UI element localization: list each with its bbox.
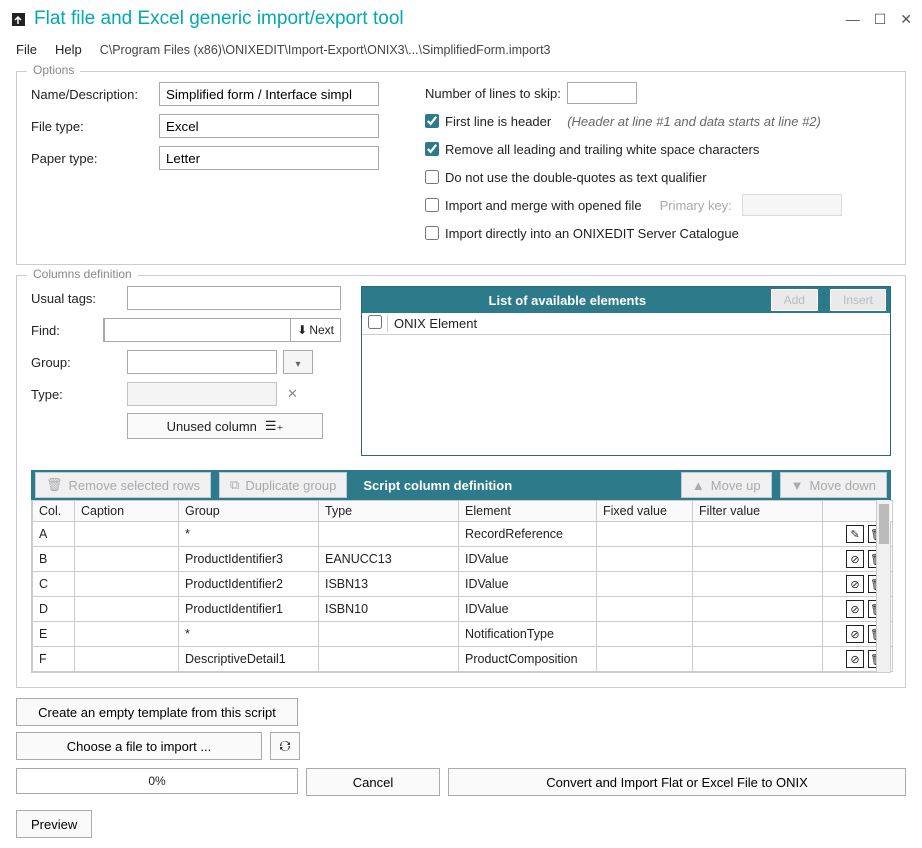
add-button: Add xyxy=(771,289,818,311)
validate-icon[interactable]: ⊘ xyxy=(846,625,864,643)
importmerge-checkbox[interactable] xyxy=(425,198,439,212)
chevron-up-icon: ▲ xyxy=(692,478,705,493)
trim-label: Remove all leading and trailing white sp… xyxy=(445,142,759,157)
col-fixed[interactable]: Fixed value xyxy=(597,501,693,522)
avail-body xyxy=(362,335,890,455)
convert-button[interactable]: Convert and Import Flat or Excel File to… xyxy=(448,768,906,796)
firstline-hint: (Header at line #1 and data starts at li… xyxy=(567,114,821,129)
arrow-down-icon: ⬇ xyxy=(297,323,307,337)
minimize-button[interactable]: — xyxy=(846,11,860,28)
importmerge-label: Import and merge with opened file xyxy=(445,198,642,213)
validate-icon[interactable]: ⊘ xyxy=(846,650,864,668)
paper-select[interactable]: Letter xyxy=(159,146,379,170)
type-label: Type: xyxy=(31,387,121,402)
move-down-button: ▼ Move down xyxy=(780,472,887,498)
primary-key-label: Primary key: xyxy=(660,198,732,213)
preview-button[interactable]: Preview xyxy=(16,810,92,838)
col-type[interactable]: Type xyxy=(319,501,459,522)
maximize-button[interactable]: ☐ xyxy=(874,11,887,28)
importsrv-checkbox[interactable] xyxy=(425,226,439,240)
validate-icon[interactable]: ⊘ xyxy=(846,600,864,618)
clear-icon[interactable]: ✕ xyxy=(287,386,298,402)
choose-file-button[interactable]: Choose a file to import ... xyxy=(16,732,262,760)
usual-select[interactable] xyxy=(127,286,341,310)
coldef-legend: Columns definition xyxy=(27,267,138,281)
filetype-select[interactable]: Excel xyxy=(159,114,379,138)
validate-icon[interactable]: ⊘ xyxy=(846,575,864,593)
progress-bar: 0% xyxy=(16,768,298,794)
importsrv-label: Import directly into an ONIXEDIT Server … xyxy=(445,226,739,241)
paper-label: Paper type: xyxy=(31,151,159,166)
nodquote-checkbox[interactable] xyxy=(425,170,439,184)
col-element[interactable]: Element xyxy=(459,501,597,522)
table-row[interactable]: E*NotificationType⊘🗑 xyxy=(33,622,893,647)
col-filter[interactable]: Filter value xyxy=(693,501,823,522)
titlebar: Flat file and Excel generic import/expor… xyxy=(0,0,922,38)
table-row[interactable]: DProductIdentifier1ISBN10IDValue⊘🗑 xyxy=(33,597,893,622)
menu-help[interactable]: Help xyxy=(55,42,82,57)
add-list-icon: ☰₊ xyxy=(265,418,284,434)
col-col[interactable]: Col. xyxy=(33,501,75,522)
duplicate-group-button: ⧉ Duplicate group xyxy=(219,472,347,498)
insert-button: Insert xyxy=(830,289,886,311)
copy-icon: ⧉ xyxy=(230,477,239,493)
trim-checkbox[interactable] xyxy=(425,142,439,156)
remove-rows-button: 🗑 Remove selected rows xyxy=(35,472,211,498)
unused-column-button[interactable]: Unused column ☰₊ xyxy=(127,413,323,439)
find-next-button[interactable]: ⬇ Next xyxy=(291,323,340,337)
group-extra-button[interactable] xyxy=(283,350,313,374)
col-caption[interactable]: Caption xyxy=(75,501,179,522)
group-label: Group: xyxy=(31,355,121,370)
columns-grid[interactable]: Col. Caption Group Type Element Fixed va… xyxy=(31,500,891,673)
refresh-button[interactable] xyxy=(270,732,300,760)
table-row[interactable]: CProductIdentifier2ISBN13IDValue⊘🗑 xyxy=(33,572,893,597)
avail-title: List of available elements xyxy=(372,293,763,308)
find-label: Find: xyxy=(31,323,97,338)
close-button[interactable]: ✕ xyxy=(900,11,912,28)
options-fieldset: Options Name/Description: File type: Exc… xyxy=(16,71,906,265)
usual-label: Usual tags: xyxy=(31,291,121,306)
nodquote-label: Do not use the double-quotes as text qua… xyxy=(445,170,707,185)
table-row[interactable]: FDescriptiveDetail1ProductComposition⊘🗑 xyxy=(33,647,893,672)
validate-icon[interactable]: ⊘ xyxy=(846,550,864,568)
window-title: Flat file and Excel generic import/expor… xyxy=(34,8,846,30)
available-elements-panel: List of available elements Add Insert ON… xyxy=(361,286,891,456)
group-select[interactable] xyxy=(127,350,277,374)
grid-toolbar: 🗑 Remove selected rows ⧉ Duplicate group… xyxy=(31,470,891,500)
coldef-fieldset: Columns definition Usual tags: Find: ⬇ xyxy=(16,275,906,688)
avail-select-all-checkbox[interactable] xyxy=(368,315,382,329)
table-row[interactable]: A*RecordReference✎🗑 xyxy=(33,522,893,547)
skip-input[interactable] xyxy=(567,82,637,104)
firstline-checkbox[interactable] xyxy=(425,114,439,128)
menu-file[interactable]: File xyxy=(16,42,37,57)
table-row[interactable]: BProductIdentifier3EANUCC13IDValue⊘🗑 xyxy=(33,547,893,572)
primary-key-select xyxy=(742,194,842,216)
avail-col-header: ONIX Element xyxy=(388,316,477,331)
type-select xyxy=(127,382,277,406)
vertical-scrollbar[interactable] xyxy=(876,500,890,672)
name-label: Name/Description: xyxy=(31,87,159,102)
firstline-label: First line is header xyxy=(445,114,551,129)
skip-label: Number of lines to skip: xyxy=(425,86,561,101)
cancel-button[interactable]: Cancel xyxy=(306,768,440,796)
name-input[interactable] xyxy=(159,82,379,106)
col-group[interactable]: Group xyxy=(179,501,319,522)
refresh-icon xyxy=(277,738,293,754)
filepath: C\Program Files (x86)\ONIXEDIT\Import-Ex… xyxy=(100,43,551,57)
grid-header-row: Col. Caption Group Type Element Fixed va… xyxy=(33,501,893,522)
edit-icon[interactable]: ✎ xyxy=(846,525,864,543)
options-legend: Options xyxy=(27,63,80,77)
find-input[interactable] xyxy=(104,318,291,342)
move-up-button: ▲ Move up xyxy=(681,472,772,498)
filetype-label: File type: xyxy=(31,119,159,134)
trash-icon: 🗑 xyxy=(46,477,63,493)
chevron-down-icon: ▼ xyxy=(791,478,804,493)
app-icon xyxy=(10,11,26,27)
script-col-def-label: Script column definition xyxy=(363,478,512,493)
create-template-button[interactable]: Create an empty template from this scrip… xyxy=(16,698,298,726)
